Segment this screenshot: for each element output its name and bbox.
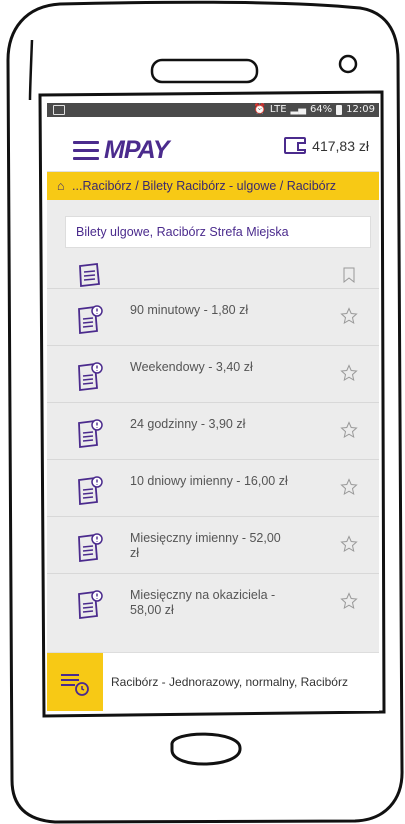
favorite-star-icon[interactable]: [340, 535, 358, 553]
ticket-info-icon: [78, 419, 103, 449]
favorite-star-icon[interactable]: [340, 421, 358, 439]
list-item[interactable]: 90 minutowy - 1,80 zł: [47, 288, 379, 345]
phone-screen: ⏰ LTE ▂▄ 64% 12:09 MPAY 417,83 zł ⌂ ...R…: [47, 103, 379, 711]
favorite-star-icon[interactable]: [340, 592, 358, 610]
ticket-info-icon: [78, 533, 103, 563]
ticket-label: 90 minutowy - 1,80 zł: [130, 303, 249, 317]
favorite-star-icon[interactable]: [340, 364, 358, 382]
status-bar: ⏰ LTE ▂▄ 64% 12:09: [47, 103, 379, 117]
menu-icon[interactable]: [73, 141, 99, 160]
breadcrumb-path: ...Racibórz / Bilety Racibórz - ulgowe /…: [72, 179, 337, 193]
battery-label: 64%: [309, 104, 333, 115]
ticket-label: Miesięczny na okaziciela - 58,00 zł: [130, 588, 276, 617]
ticket-label: Miesięczny imienny - 52,00 zł: [130, 531, 281, 560]
alarm-icon: ⏰: [253, 104, 266, 115]
list-item[interactable]: 24 godzinny - 3,90 zł: [47, 402, 379, 459]
home-icon[interactable]: ⌂: [57, 179, 65, 193]
time-label: 12:09: [346, 104, 375, 115]
ticket-label: 24 godzinny - 3,90 zł: [130, 417, 246, 431]
ticket-label: Weekendowy - 3,40 zł: [130, 360, 253, 374]
app-logo: MPAY: [104, 136, 170, 164]
app-bar: MPAY 417,83 zł: [47, 117, 379, 172]
list-item[interactable]: Miesięczny na okaziciela - 58,00 zł: [47, 573, 379, 630]
ticket-info-icon: [78, 305, 103, 335]
favorite-star-icon[interactable]: [340, 307, 358, 325]
notification-icon: [53, 105, 65, 115]
battery-icon: [336, 105, 343, 115]
recent-ticket-bar[interactable]: Racibórz - Jednorazowy, normalny, Racibó…: [47, 652, 379, 711]
favorite-star-icon[interactable]: [340, 478, 358, 496]
list-item[interactable]: Miesięczny imienny - 52,00 zł: [47, 516, 379, 573]
history-icon: [61, 674, 89, 696]
recent-icon-box: [47, 653, 103, 711]
list-item[interactable]: Weekendowy - 3,40 zł: [47, 345, 379, 402]
favorite-star-icon[interactable]: [340, 266, 358, 284]
recent-ticket-label: Racibórz - Jednorazowy, normalny, Racibó…: [111, 675, 348, 689]
filter-field[interactable]: Bilety ulgowe, Racibórz Strefa Miejska: [65, 216, 371, 248]
wallet-balance[interactable]: 417,83 zł: [284, 137, 369, 154]
list-item[interactable]: [47, 262, 379, 288]
wallet-icon: [284, 137, 307, 154]
ticket-list: 90 minutowy - 1,80 zł Weekendowy - 3,40 z…: [47, 262, 379, 630]
network-label: LTE: [269, 104, 287, 115]
breadcrumb[interactable]: ⌂ ...Racibórz / Bilety Racibórz - ulgowe…: [47, 172, 379, 200]
ticket-label: 10 dniowy imienny - 16,00 zł: [130, 474, 288, 488]
balance-label: 417,83 zł: [312, 137, 369, 154]
signal-icon: ▂▄: [290, 104, 306, 115]
ticket-icon: [79, 262, 100, 288]
ticket-info-icon: [78, 476, 103, 506]
list-item[interactable]: 10 dniowy imienny - 16,00 zł: [47, 459, 379, 516]
ticket-info-icon: [78, 590, 103, 620]
ticket-info-icon: [78, 362, 103, 392]
